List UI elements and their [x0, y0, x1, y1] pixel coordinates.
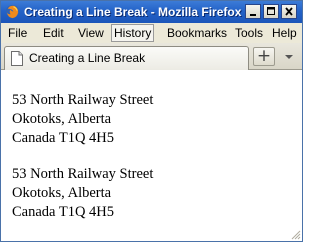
minimize-button[interactable] [245, 4, 261, 19]
address-line: Canada T1Q 4H5 [12, 130, 115, 146]
tab-strip: Creating a Line Break + [1, 43, 302, 70]
menu-view[interactable]: View [78, 25, 104, 41]
address-block: 53 North Railway Street Okotoks, Alberta… [12, 165, 153, 222]
address-line: 53 North Railway Street [12, 166, 154, 182]
menu-edit[interactable]: Edit [43, 25, 64, 41]
maximize-button[interactable] [263, 4, 279, 19]
tab-label: Creating a Line Break [29, 51, 146, 65]
address-line: 53 North Railway Street [12, 92, 154, 108]
maximize-icon [267, 7, 275, 15]
plus-icon: + [256, 46, 272, 66]
menu-bookmarks[interactable]: Bookmarks [167, 25, 227, 41]
minimize-icon [250, 14, 256, 16]
new-tab-button[interactable]: + [253, 46, 275, 66]
title-bar[interactable]: Creating a Line Break - Mozilla Firefox [1, 1, 302, 23]
firefox-icon [5, 4, 20, 19]
address-line: Okotoks, Alberta [12, 185, 112, 201]
address-line: Okotoks, Alberta [12, 111, 112, 127]
address-line: Canada T1Q 4H5 [12, 204, 115, 220]
page-icon [11, 51, 23, 66]
menu-tools[interactable]: Tools [235, 25, 263, 41]
resize-grip-icon[interactable] [289, 228, 301, 240]
window-title: Creating a Line Break - Mozilla Firefox [24, 5, 242, 19]
address-block: 53 North Railway Street Okotoks, Alberta… [12, 91, 153, 148]
menu-bar: File Edit View History Bookmarks Tools H… [1, 23, 302, 43]
menu-file[interactable]: File [8, 25, 27, 41]
menu-help[interactable]: Help [272, 25, 297, 41]
page-content: 53 North Railway Street Okotoks, Alberta… [1, 70, 302, 241]
chevron-down-icon[interactable] [281, 47, 297, 66]
close-button[interactable] [281, 4, 297, 19]
browser-window: Creating a Line Break - Mozilla Firefox … [0, 0, 303, 242]
menu-history[interactable]: History [111, 24, 155, 42]
tab-creating-a-line-break[interactable]: Creating a Line Break [4, 46, 249, 70]
close-icon [285, 7, 293, 16]
